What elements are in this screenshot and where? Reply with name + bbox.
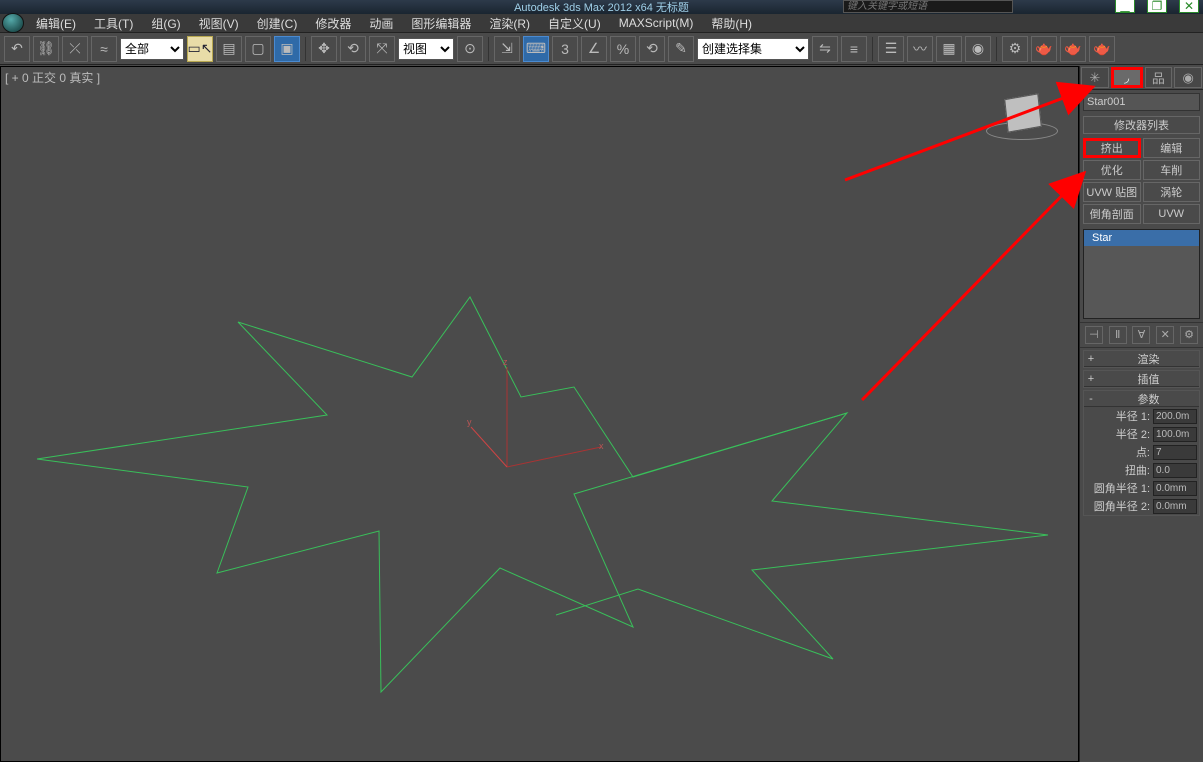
main-toolbar: ↶ ⛓ ⤫ ≈ 全部 ▭↖ ▤ ▢ ▣ ✥ ⟲ ⤧ 视图 ⊙ ⇲ ⌨ 3 ∠ %… [0, 33, 1203, 65]
menu-maxscript[interactable]: MAXScript(M) [611, 14, 702, 32]
align-button[interactable]: ≡ [841, 36, 867, 62]
menu-graph[interactable]: 图形编辑器 [403, 13, 479, 34]
menu-help[interactable]: 帮助(H) [703, 13, 760, 34]
pin-stack-button[interactable]: ⊣ [1085, 326, 1103, 344]
object-name-input[interactable] [1083, 93, 1200, 111]
menu-customize[interactable]: 自定义(U) [540, 13, 609, 34]
link-button[interactable]: ⛓ [33, 36, 59, 62]
command-panel-tabs: ✳ ◞ 品 ◉ [1080, 66, 1203, 90]
undo-button[interactable]: ↶ [4, 36, 30, 62]
make-unique-button[interactable]: ∀ [1132, 326, 1150, 344]
window-minimize-button[interactable]: ▁ [1115, 0, 1135, 13]
distort-label: 扭曲: [1086, 462, 1153, 478]
mod-optimize-button[interactable]: 优化 [1083, 160, 1141, 180]
points-input[interactable] [1153, 445, 1197, 460]
menu-bar: 编辑(E) 工具(T) 组(G) 视图(V) 创建(C) 修改器 动画 图形编辑… [0, 14, 1203, 33]
fillet2-input[interactable] [1153, 499, 1197, 514]
fillet2-label: 圆角半径 2: [1086, 498, 1153, 514]
star-shape: x y z [1, 67, 1078, 761]
distort-input[interactable] [1153, 463, 1197, 478]
menu-tools[interactable]: 工具(T) [86, 13, 141, 34]
rollout-params: -参数 半径 1: 半径 2: 点: 扭曲: 圆角半径 1: 圆角半径 2: [1083, 390, 1200, 516]
stack-toolbar: ⊣ Ⅱ ∀ ✕ ⚙ [1080, 322, 1203, 348]
menu-group[interactable]: 组(G) [143, 13, 188, 34]
schematic-button[interactable]: ▦ [936, 36, 962, 62]
modifier-stack[interactable]: Star [1083, 229, 1200, 319]
help-search-input[interactable] [843, 0, 1013, 13]
rectangular-region-button[interactable]: ▢ [245, 36, 271, 62]
points-label: 点: [1086, 444, 1153, 460]
render-button[interactable]: 🫖 [1060, 36, 1086, 62]
bind-button[interactable]: ≈ [91, 36, 117, 62]
radius1-input[interactable] [1153, 409, 1197, 424]
window-crossing-button[interactable]: ▣ [274, 36, 300, 62]
menu-edit[interactable]: 编辑(E) [28, 13, 84, 34]
named-selection-dropdown[interactable]: 创建选择集 [697, 38, 809, 60]
curve-editor-button[interactable]: 〰 [907, 36, 933, 62]
snap-toggle-button[interactable]: 3 [552, 36, 578, 62]
rollout-interp: +插值 [1083, 370, 1200, 388]
window-restore-button[interactable]: ❐ [1147, 0, 1167, 13]
menu-render[interactable]: 渲染(R) [481, 13, 538, 34]
mod-uvwmap-button[interactable]: UVW 贴图 [1083, 182, 1141, 202]
radius2-input[interactable] [1153, 427, 1197, 442]
axis-y-label: y [467, 417, 472, 427]
radius1-label: 半径 1: [1086, 408, 1153, 424]
material-editor-button[interactable]: ◉ [965, 36, 991, 62]
viewport[interactable]: [ + 0 正交 0 真实 ] x y z [0, 66, 1079, 762]
unlink-button[interactable]: ⤫ [62, 36, 88, 62]
angle-snap-button[interactable]: ∠ [581, 36, 607, 62]
render-prod-button[interactable]: 🫖 [1089, 36, 1115, 62]
radius2-label: 半径 2: [1086, 426, 1153, 442]
rotate-button[interactable]: ⟲ [340, 36, 366, 62]
tab-modify[interactable]: ◞ [1111, 67, 1143, 88]
spinner-snap-button[interactable]: ⟲ [639, 36, 665, 62]
use-pivot-button[interactable]: ⊙ [457, 36, 483, 62]
app-icon[interactable] [2, 13, 24, 33]
mod-edit-button[interactable]: 编辑 [1143, 138, 1201, 158]
scale-button[interactable]: ⤧ [369, 36, 395, 62]
keyboard-shortcut-button[interactable]: ⌨ [523, 36, 549, 62]
move-button[interactable]: ✥ [311, 36, 337, 62]
show-end-button[interactable]: Ⅱ [1109, 326, 1127, 344]
select-manipulate-button[interactable]: ⇲ [494, 36, 520, 62]
select-by-name-button[interactable]: ▤ [216, 36, 242, 62]
mod-turbo-button[interactable]: 涡轮 [1143, 182, 1201, 202]
tab-create[interactable]: ✳ [1081, 67, 1109, 88]
modifier-list-dropdown[interactable]: 修改器列表 [1083, 116, 1200, 134]
render-frame-button[interactable]: 🫖 [1031, 36, 1057, 62]
axis-x-label: x [599, 441, 604, 451]
configure-button[interactable]: ⚙ [1180, 326, 1198, 344]
reference-coord-dropdown[interactable]: 视图 [398, 38, 454, 60]
tab-motion[interactable]: ◉ [1174, 67, 1202, 88]
remove-mod-button[interactable]: ✕ [1156, 326, 1174, 344]
mod-lathe-button[interactable]: 车削 [1143, 160, 1201, 180]
axis-z-label: z [503, 357, 508, 367]
window-close-button[interactable]: ✕ [1179, 0, 1199, 13]
menu-modifiers[interactable]: 修改器 [307, 13, 359, 34]
mod-extrude-button[interactable]: 挤出 [1083, 138, 1141, 158]
tab-hierarchy[interactable]: 品 [1145, 67, 1173, 88]
menu-view[interactable]: 视图(V) [191, 13, 247, 34]
render-setup-button[interactable]: ⚙ [1002, 36, 1028, 62]
edit-named-button[interactable]: ✎ [668, 36, 694, 62]
percent-snap-button[interactable]: % [610, 36, 636, 62]
fillet1-input[interactable] [1153, 481, 1197, 496]
command-panel: ✳ ◞ 品 ◉ 修改器列表 挤出 编辑 优化 车削 UVW 贴图 涡轮 倒角剖面… [1079, 66, 1203, 762]
selection-filter-dropdown[interactable]: 全部 [120, 38, 184, 60]
stack-item-star[interactable]: Star [1084, 230, 1199, 246]
modifier-buttons: 挤出 编辑 优化 车削 UVW 贴图 涡轮 倒角剖面 UVW [1080, 136, 1203, 226]
mirror-button[interactable]: ⇋ [812, 36, 838, 62]
mod-uvw-button[interactable]: UVW [1143, 204, 1201, 224]
app-title: Autodesk 3ds Max 2012 x64 无标题 [514, 0, 689, 15]
mod-bevelprofile-button[interactable]: 倒角剖面 [1083, 204, 1141, 224]
fillet1-label: 圆角半径 1: [1086, 480, 1153, 496]
title-bar: Autodesk 3ds Max 2012 x64 无标题 ▁ ❐ ✕ [0, 0, 1203, 14]
rollout-render: +渲染 [1083, 350, 1200, 368]
menu-animation[interactable]: 动画 [361, 13, 401, 34]
select-object-button[interactable]: ▭↖ [187, 36, 213, 62]
menu-create[interactable]: 创建(C) [249, 13, 306, 34]
layers-button[interactable]: ☰ [878, 36, 904, 62]
